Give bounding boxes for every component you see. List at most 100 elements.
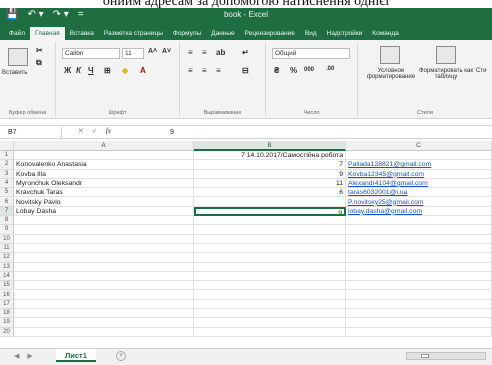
cell-a[interactable]: [14, 290, 194, 300]
cell-a[interactable]: Myronchuk Oleksandr: [14, 178, 194, 189]
font-name-select[interactable]: Calibri: [62, 48, 120, 59]
format-as-table-button[interactable]: Форматировать как таблицу: [418, 68, 474, 80]
paste-icon[interactable]: [8, 48, 28, 66]
cell-b[interactable]: 7 14.10.2017/Самостійна робота: [194, 151, 346, 161]
row-header[interactable]: 18: [0, 309, 14, 319]
borders-icon[interactable]: ⊞: [104, 66, 111, 75]
cell-b[interactable]: [194, 197, 346, 207]
sheet-tab-list1[interactable]: Лист1: [56, 349, 96, 362]
cell-c[interactable]: Pallada128821@gmail.com: [346, 160, 492, 170]
next-sheet-icon[interactable]: ▶: [27, 352, 32, 360]
cell-c[interactable]: [346, 281, 492, 291]
row-header[interactable]: 20: [0, 327, 14, 337]
cell-a[interactable]: Konovalenko Anastasia: [14, 160, 194, 170]
column-header-b[interactable]: B: [194, 141, 346, 151]
currency-icon[interactable]: ₴: [274, 66, 279, 75]
tab-view[interactable]: Вид: [300, 27, 322, 40]
row-header[interactable]: 13: [0, 262, 14, 272]
tab-file[interactable]: Файл: [4, 27, 30, 40]
cell-c[interactable]: [346, 234, 492, 244]
cell-c[interactable]: Alexandr4104@gmail.com: [346, 178, 492, 189]
row-header[interactable]: 4: [0, 178, 14, 189]
cell-b[interactable]: [194, 262, 346, 272]
tab-addins[interactable]: Надстройки: [322, 27, 368, 40]
cell-b[interactable]: 9: [194, 169, 346, 179]
conditional-formatting-icon[interactable]: [380, 46, 400, 64]
cell-b[interactable]: [194, 318, 346, 328]
cell-c[interactable]: [346, 327, 492, 337]
number-format-select[interactable]: Общий: [272, 48, 350, 59]
bold-button[interactable]: Ж: [64, 66, 71, 75]
align-middle-icon[interactable]: ≡: [202, 48, 207, 57]
cell-c[interactable]: [346, 318, 492, 328]
cell-b[interactable]: [194, 271, 346, 282]
cell-a[interactable]: [14, 253, 194, 263]
horizontal-scrollbar[interactable]: [406, 352, 486, 360]
tab-review[interactable]: Рецензирование: [240, 27, 300, 40]
paste-button[interactable]: Вставить: [2, 70, 27, 76]
cell-a[interactable]: [14, 234, 194, 244]
fill-color-icon[interactable]: ◈: [122, 66, 128, 75]
row-header[interactable]: 1: [0, 151, 14, 161]
tab-team[interactable]: Команда: [367, 27, 403, 40]
row-header[interactable]: 2: [0, 160, 14, 170]
enter-icon[interactable]: ✓: [92, 127, 98, 135]
row-header[interactable]: 6: [0, 197, 14, 207]
cell-a[interactable]: [14, 225, 194, 235]
row-header[interactable]: 7: [0, 206, 14, 217]
cell-c[interactable]: [346, 151, 492, 161]
cell-c[interactable]: lobay.dasha@gmail.com: [346, 206, 492, 217]
cell-b[interactable]: [194, 216, 346, 226]
cell-b[interactable]: 7: [194, 160, 346, 170]
row-header[interactable]: 8: [0, 216, 14, 226]
decimal-icon[interactable]: .00: [326, 66, 334, 72]
cell-a[interactable]: [14, 216, 194, 226]
tab-insert[interactable]: Вставка: [65, 27, 99, 40]
cell-b[interactable]: 6: [194, 188, 346, 198]
cell-a[interactable]: [14, 151, 194, 161]
cell-a[interactable]: Kovba Illa: [14, 169, 194, 179]
cell-a[interactable]: [14, 281, 194, 291]
cell-a[interactable]: Novitsky Pavlo: [14, 197, 194, 207]
cell-c[interactable]: [346, 309, 492, 319]
row-header[interactable]: 19: [0, 318, 14, 328]
row-header[interactable]: 3: [0, 169, 14, 179]
underline-button[interactable]: Ч: [88, 66, 94, 75]
cell-a[interactable]: [14, 327, 194, 337]
cell-c[interactable]: [346, 253, 492, 263]
select-all-corner[interactable]: [0, 141, 14, 151]
cell-b[interactable]: [194, 327, 346, 337]
grow-font-icon[interactable]: A˄: [148, 48, 157, 55]
format-as-table-icon[interactable]: [436, 46, 456, 64]
cell-c[interactable]: taras6032001@i.ua: [346, 188, 492, 198]
row-header[interactable]: 9: [0, 225, 14, 235]
cell-a[interactable]: Lobay Dasha: [14, 206, 194, 217]
row-header[interactable]: 12: [0, 253, 14, 263]
cell-b[interactable]: [194, 244, 346, 254]
cell-a[interactable]: [14, 271, 194, 282]
italic-button[interactable]: К: [76, 66, 81, 75]
cell-b[interactable]: [194, 309, 346, 319]
cell-a[interactable]: [14, 244, 194, 254]
cell-a[interactable]: [14, 309, 194, 319]
add-sheet-icon[interactable]: +: [116, 351, 126, 361]
cell-c[interactable]: [346, 299, 492, 310]
align-right-icon[interactable]: ≡: [216, 66, 221, 75]
cell-c[interactable]: [346, 290, 492, 300]
merge-cells-icon[interactable]: ⊟: [242, 66, 249, 75]
column-header-c[interactable]: C: [346, 141, 492, 151]
cell-c[interactable]: [346, 244, 492, 254]
cell-a[interactable]: [14, 262, 194, 272]
prev-sheet-icon[interactable]: ◀: [14, 352, 19, 360]
cell-b[interactable]: [194, 225, 346, 235]
tab-page-layout[interactable]: Разметка страницы: [99, 27, 168, 40]
name-box[interactable]: B7: [0, 127, 62, 138]
align-center-icon[interactable]: ≡: [202, 66, 207, 75]
shrink-font-icon[interactable]: A˅: [162, 48, 171, 55]
align-top-icon[interactable]: ≡: [188, 48, 193, 57]
row-header[interactable]: 11: [0, 244, 14, 254]
tab-home[interactable]: Главная: [29, 27, 65, 40]
orientation-icon[interactable]: ab: [216, 48, 225, 57]
cut-icon[interactable]: ✂: [36, 46, 43, 55]
thousands-button[interactable]: 000: [304, 67, 314, 73]
